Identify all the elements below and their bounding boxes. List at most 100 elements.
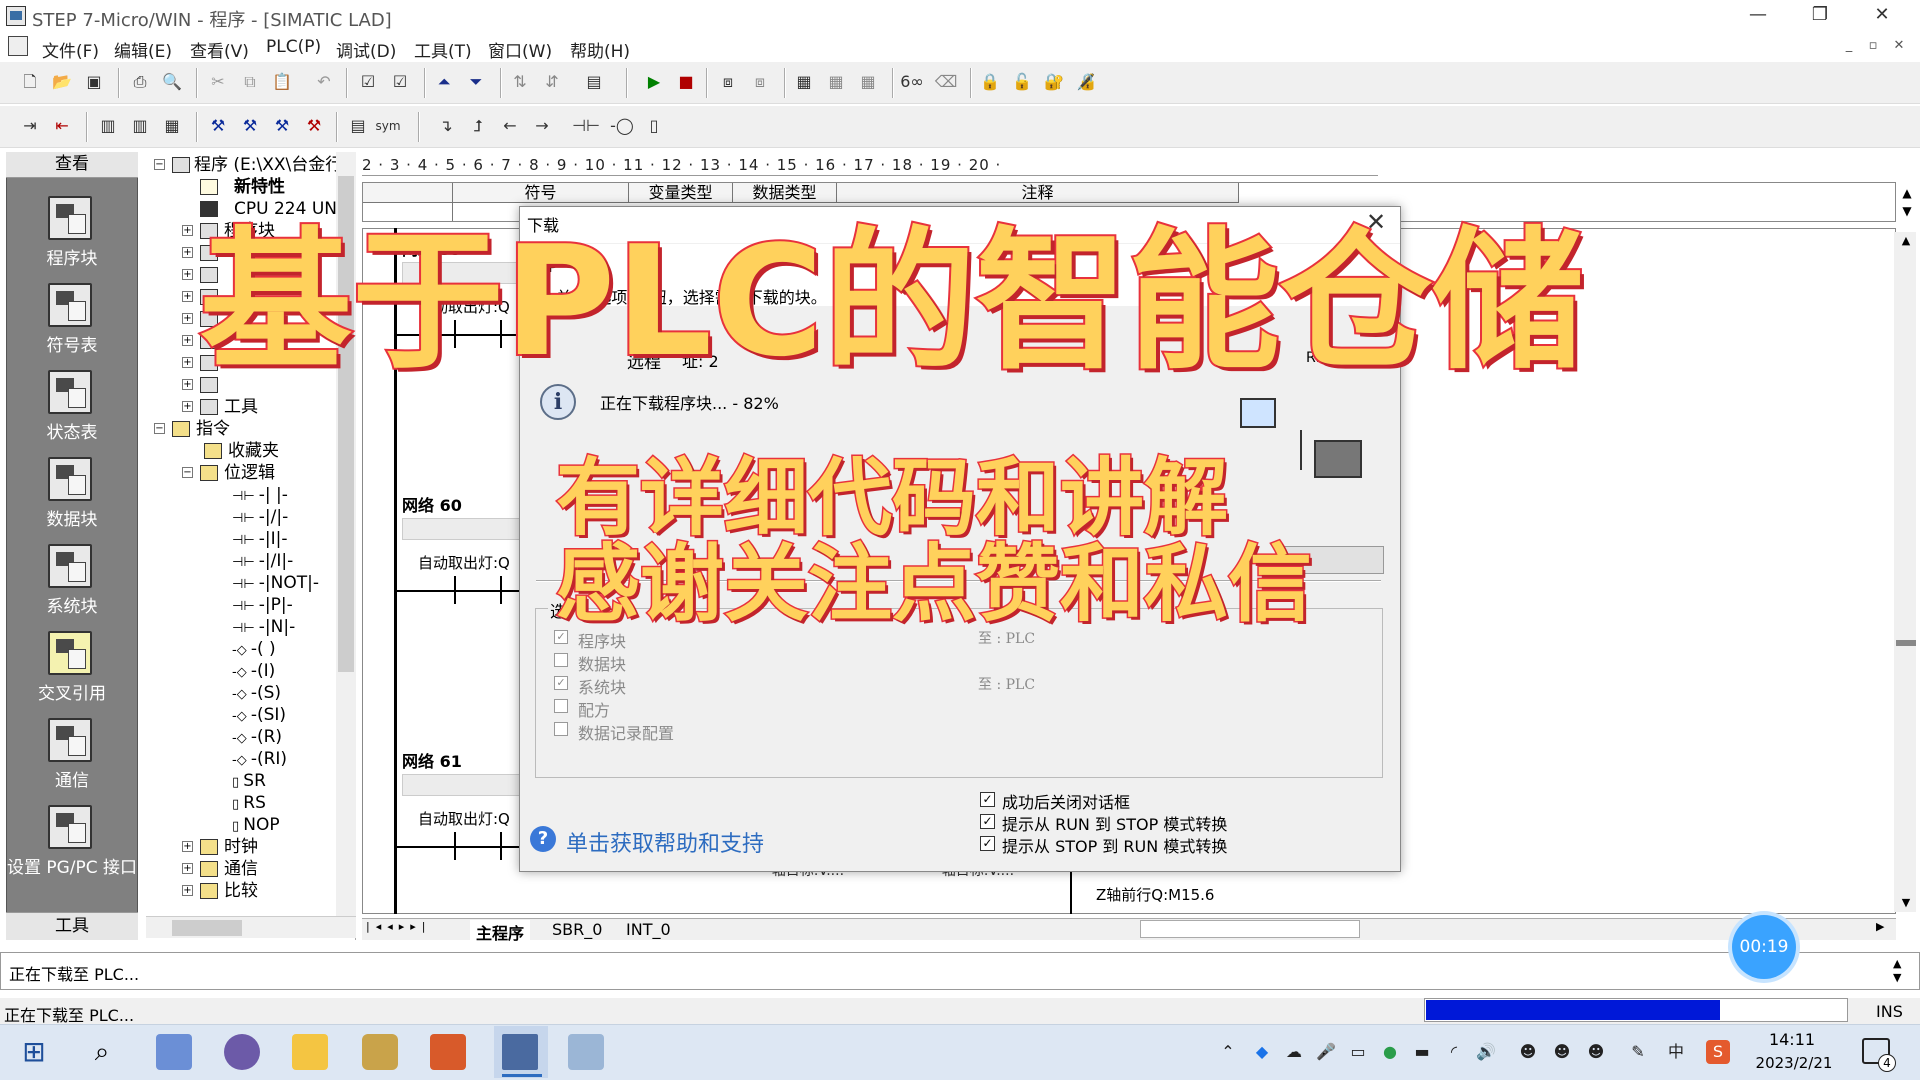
close-button[interactable]: ✕ xyxy=(1852,0,1912,32)
expand-icon[interactable]: + xyxy=(182,269,193,280)
compile-all-icon[interactable]: ☑ xyxy=(386,68,414,96)
tool-b-icon[interactable]: ⚒ xyxy=(236,112,264,140)
tree-box[interactable]: ▯ NOP xyxy=(152,814,336,836)
print-preview-icon[interactable]: 🔍 xyxy=(158,68,186,96)
ime-indicator[interactable]: 中 xyxy=(1664,1040,1688,1064)
network-comment[interactable] xyxy=(402,518,522,540)
stl-view-icon[interactable]: ▥ xyxy=(126,112,154,140)
line-down-icon[interactable]: ↴ xyxy=(432,112,460,140)
help-icon[interactable]: ? xyxy=(530,826,556,852)
box-icon[interactable]: ▯ xyxy=(640,112,668,140)
tree-coil[interactable]: -◇ -(I) xyxy=(152,660,336,682)
expand-icon[interactable]: + xyxy=(182,357,193,368)
chart3-icon[interactable]: ▦ xyxy=(854,68,882,96)
start-icon[interactable]: ⊞ xyxy=(16,1034,52,1070)
line-right-icon[interactable]: → xyxy=(528,112,556,140)
tree-instructions[interactable]: − 指令 xyxy=(152,418,336,440)
tree-bitlogic[interactable]: − 位逻辑 xyxy=(152,462,336,484)
tree-compare[interactable]: + 比较 xyxy=(152,880,336,902)
menu-help[interactable]: 帮助(H) xyxy=(570,37,630,62)
expand-icon[interactable]: + xyxy=(182,291,193,302)
nav-status-chart[interactable]: 状态表 xyxy=(6,370,138,452)
tree-coil[interactable]: -◇ -(RI) xyxy=(152,748,336,770)
tree-favorites[interactable]: 收藏夹 xyxy=(152,440,336,462)
scroll-down-icon[interactable]: ▼ xyxy=(1896,896,1916,909)
tree-box[interactable]: ▯ RS xyxy=(152,792,336,814)
menu-tools[interactable]: 工具(T) xyxy=(414,37,472,62)
tree-clock[interactable]: + 时钟 xyxy=(152,836,336,858)
tab-nav-icons[interactable]: |◂◂▸▸| xyxy=(366,920,432,933)
chart-icon[interactable]: ▦ xyxy=(790,68,818,96)
option-system-block-checkbox[interactable]: ✓ xyxy=(554,676,568,690)
cut-icon[interactable]: ✂ xyxy=(204,68,232,96)
tab-sbr0[interactable]: SBR_0 xyxy=(552,920,602,939)
tray-chevron-icon[interactable]: ⌃ xyxy=(1216,1040,1240,1064)
chart2-icon[interactable]: ▦ xyxy=(822,68,850,96)
tree-contact[interactable]: ⊣⊢ -| |- xyxy=(152,484,336,506)
lock2-icon[interactable]: 🔓 xyxy=(1008,68,1036,96)
app-icon[interactable] xyxy=(224,1034,260,1070)
expand-icon[interactable]: + xyxy=(182,225,193,236)
search-icon[interactable]: ⌕ xyxy=(84,1034,120,1070)
tree-comm[interactable]: + 通信 xyxy=(152,858,336,880)
paste-icon[interactable]: 📋 xyxy=(268,68,296,96)
expand-icon[interactable]: + xyxy=(182,841,193,852)
app-icon[interactable] xyxy=(362,1034,398,1070)
force-icon[interactable]: 6∞ xyxy=(898,68,926,96)
expand-icon[interactable]: + xyxy=(182,335,193,346)
help-link[interactable]: 单击获取帮助和支持 xyxy=(566,826,764,858)
tree-coil[interactable]: -◇ -(SI) xyxy=(152,704,336,726)
collapse-icon[interactable]: − xyxy=(182,467,193,478)
nav-system-block[interactable]: 系统块 xyxy=(6,544,138,626)
expand-icon[interactable]: + xyxy=(182,247,193,258)
upload-icon[interactable]: ⏶ xyxy=(430,68,458,96)
collapse-icon[interactable]: − xyxy=(154,159,165,170)
editor-hscrollbar[interactable] xyxy=(1140,920,1360,938)
nav-footer-tools[interactable]: 工具 xyxy=(6,912,138,940)
tree-contact[interactable]: ⊣⊢ -|NOT|- xyxy=(152,572,336,594)
lock-icon[interactable]: 🔒 xyxy=(976,68,1004,96)
sogou-icon[interactable]: S xyxy=(1706,1040,1730,1064)
tree-hscrollbar[interactable] xyxy=(146,916,356,938)
nav-cross-reference[interactable]: 交叉引用 xyxy=(6,631,138,713)
tree-root[interactable]: − 程序 (E:\XX\台金行 xyxy=(152,154,342,176)
tool-a-icon[interactable]: ⚒ xyxy=(204,112,232,140)
prompt-stop-run-checkbox[interactable]: ✓ xyxy=(980,836,995,851)
pen-icon[interactable]: ✎ xyxy=(1626,1040,1650,1064)
symbol-scroll-arrows[interactable]: ▲ ▼ xyxy=(1896,184,1918,222)
prompt-run-stop-checkbox[interactable]: ✓ xyxy=(980,814,995,829)
display-icon[interactable]: ▭ xyxy=(1346,1040,1370,1064)
nav-data-block[interactable]: 数据块 xyxy=(6,457,138,539)
line-left-icon[interactable]: ← xyxy=(496,112,524,140)
nav-communication[interactable]: 通信 xyxy=(6,718,138,800)
sort-desc-icon[interactable]: ⇵ xyxy=(538,68,566,96)
symbol-table-icon[interactable]: ▤ xyxy=(344,112,372,140)
coil-icon[interactable]: -◯ xyxy=(608,112,636,140)
wifi-icon[interactable]: ◜ xyxy=(1442,1040,1466,1064)
menu-edit[interactable]: 编辑(E) xyxy=(114,37,172,62)
mdi-restore-icon[interactable]: ▫ xyxy=(1862,36,1884,58)
tree-hscroll-thumb[interactable] xyxy=(172,920,242,936)
lock4-icon[interactable]: 🔏 xyxy=(1072,68,1100,96)
line-up-icon[interactable]: ⮥ xyxy=(464,112,492,140)
print-icon[interactable]: ⎙ xyxy=(126,68,154,96)
network-title[interactable]: 网络 61 xyxy=(402,748,462,772)
tray-app-icon[interactable]: ◆ xyxy=(1250,1040,1274,1064)
expand-icon[interactable]: + xyxy=(182,885,193,896)
qq-icon[interactable]: ☻ xyxy=(1550,1040,1574,1064)
lad-view-icon[interactable]: ▥ xyxy=(94,112,122,140)
tree-coil[interactable]: -◇ -(S) xyxy=(152,682,336,704)
tree-contact[interactable]: ⊣⊢ -|I|- xyxy=(152,528,336,550)
tree-contact[interactable]: ⊣⊢ -|/I|- xyxy=(152,550,336,572)
battery-icon[interactable]: ▬ xyxy=(1410,1040,1434,1064)
editor-scroll-thumb[interactable] xyxy=(1896,640,1916,646)
tree-contact[interactable]: ⊣⊢ -|/|- xyxy=(152,506,336,528)
run-icon[interactable]: ▶ xyxy=(640,68,668,96)
scroll-up-icon[interactable]: ▲ xyxy=(1896,234,1916,247)
unforce-icon[interactable]: ⌫ xyxy=(932,68,960,96)
options-icon[interactable]: ▤ xyxy=(580,68,608,96)
file-explorer-icon[interactable] xyxy=(292,1034,328,1070)
network-comment[interactable] xyxy=(402,774,522,796)
col-var-type[interactable]: 变量类型 xyxy=(629,183,733,203)
tree-contact[interactable]: ⊣⊢ -|P|- xyxy=(152,594,336,616)
